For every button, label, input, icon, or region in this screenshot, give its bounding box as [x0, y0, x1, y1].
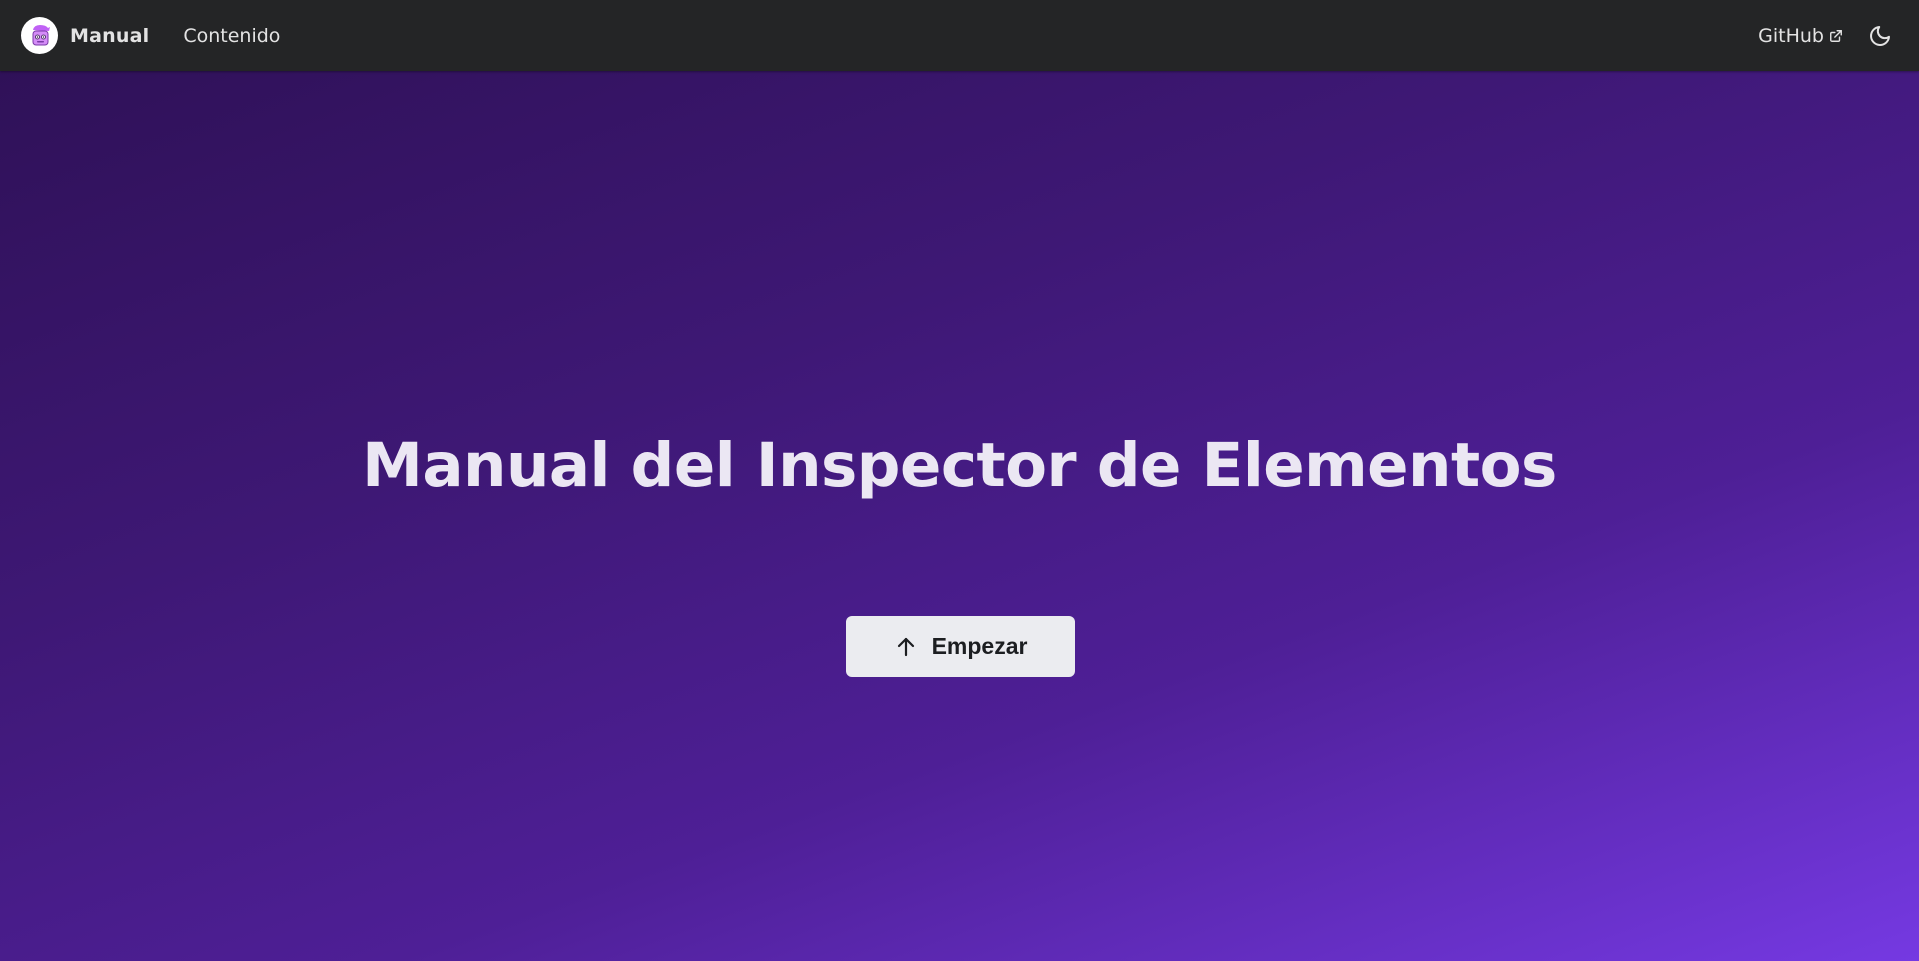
start-button-label: Empezar: [931, 633, 1028, 659]
start-button[interactable]: Empezar: [846, 616, 1075, 677]
moon-icon: [1868, 24, 1892, 48]
brand-link[interactable]: Manual: [21, 17, 149, 54]
hero-banner: Manual del Inspector de Elementos Empeza…: [0, 71, 1919, 961]
arrow-up-icon: [894, 635, 918, 659]
brand-title: Manual: [70, 24, 150, 47]
nav-link-contenido[interactable]: Contenido: [183, 25, 280, 47]
top-navbar: Manual Contenido GitHub: [0, 0, 1919, 71]
github-label: GitHub: [1758, 24, 1824, 47]
theme-toggle-button[interactable]: [1865, 21, 1895, 51]
hero-title: Manual del Inspector de Elementos: [362, 430, 1557, 501]
github-link[interactable]: GitHub: [1758, 25, 1843, 47]
external-link-icon: [1829, 29, 1843, 43]
robot-logo-icon: [21, 17, 58, 54]
navbar-right: GitHub: [1758, 21, 1895, 51]
